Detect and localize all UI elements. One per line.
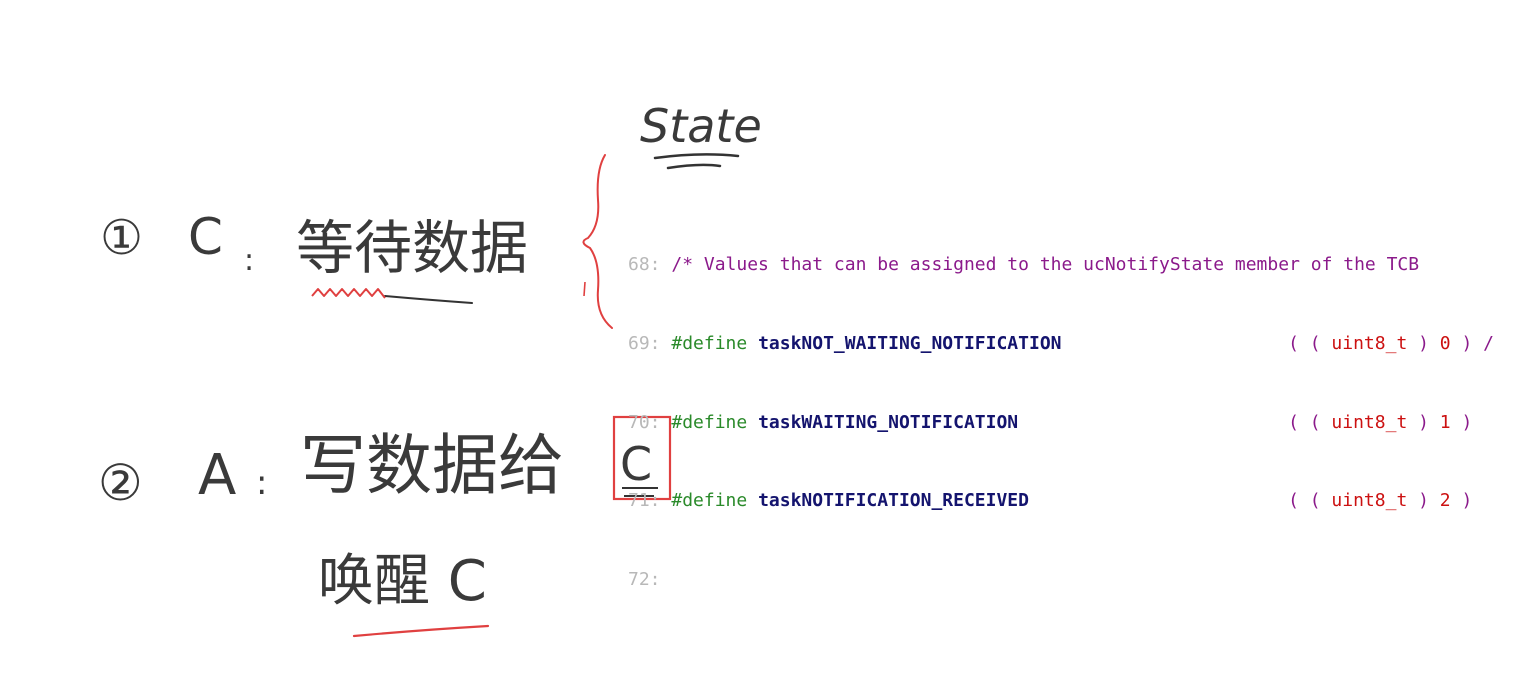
item1-number: ①: [100, 210, 143, 266]
code-line-69: 69: #define taskNOT_WAITING_NOTIFICATION…: [628, 331, 1539, 357]
define-keyword: #define: [671, 490, 748, 512]
line-number: 68:: [628, 254, 661, 276]
define-keyword: #define: [671, 333, 748, 354]
macro-value: 2: [1439, 490, 1451, 512]
item2-text: 写数据给: [300, 427, 564, 504]
macro-value: 1: [1439, 411, 1451, 433]
line-number: 72:: [628, 568, 661, 590]
define-keyword: #define: [671, 411, 748, 433]
code-snippet: 68: /* Values that can be assigned to th…: [628, 200, 1539, 619]
macro-value: 0: [1439, 333, 1451, 354]
item2-wake-text: 唤醒 C: [318, 549, 487, 614]
type-name: uint8_t: [1331, 411, 1408, 433]
paren-mid: ): [1407, 333, 1440, 354]
red-brace-tick: [583, 281, 586, 297]
paren-open: ( (: [1288, 490, 1332, 512]
macro-name: taskWAITING_NOTIFICATION: [758, 411, 1019, 433]
code-line-71: 71: #define taskNOTIFICATION_RECEIVED ( (…: [628, 488, 1539, 514]
paren-close: ) /: [1450, 333, 1494, 354]
paren-mid: ): [1407, 411, 1440, 433]
code-line-68: 68: /* Values that can be assigned to th…: [628, 252, 1539, 278]
paren-close: ): [1450, 411, 1473, 433]
line-number: 70:: [628, 411, 661, 433]
code-line-70: 70: #define taskWAITING_NOTIFICATION( ( …: [628, 410, 1539, 436]
code-comment: /* Values that can be assigned to the uc…: [671, 254, 1420, 276]
item2-actor: A: [198, 443, 236, 508]
macro-name: taskNOT_WAITING_NOTIFICATION: [758, 333, 1062, 354]
state-underline: [653, 153, 740, 170]
paren-close: ): [1450, 490, 1473, 512]
item1-separator: :: [244, 243, 254, 278]
item2-number: ②: [98, 454, 143, 512]
item1-underline: [384, 295, 473, 304]
red-brace: [582, 154, 613, 329]
item2-wake-underline: [352, 624, 490, 638]
macro-name: taskNOTIFICATION_RECEIVED: [758, 490, 1029, 512]
type-name: uint8_t: [1331, 490, 1408, 512]
item1-text: 等待数据: [296, 214, 528, 282]
line-number: 71:: [628, 490, 661, 512]
item1-actor: C: [188, 208, 223, 266]
paren-open: ( (: [1288, 333, 1332, 354]
paren-mid: ): [1407, 490, 1440, 512]
line-number: 69:: [628, 333, 661, 354]
code-line-72: 72:: [628, 567, 1539, 593]
item2-separator: :: [256, 463, 267, 503]
paren-open: ( (: [1288, 411, 1332, 433]
item1-red-squiggle: [311, 288, 386, 299]
state-label: State: [640, 99, 762, 153]
type-name: uint8_t: [1331, 333, 1408, 354]
